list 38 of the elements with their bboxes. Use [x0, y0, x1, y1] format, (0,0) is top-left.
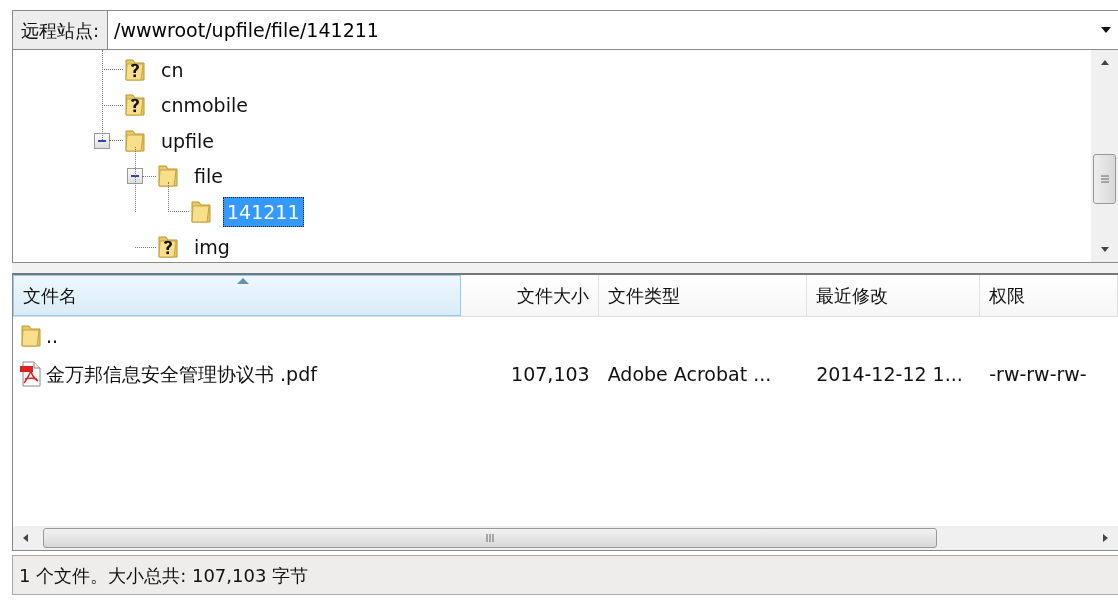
- folder-icon: [19, 323, 43, 349]
- unknown-folder-icon: [156, 234, 180, 261]
- column-header[interactable]: 文件名: [13, 275, 461, 316]
- file-name[interactable]: ..: [46, 321, 59, 351]
- scroll-left-icon[interactable]: [21, 533, 31, 543]
- tree-item[interactable]: img: [190, 232, 234, 262]
- unknown-folder-icon: [123, 56, 147, 83]
- collapse-toggle[interactable]: [94, 132, 110, 149]
- pdf-file-icon: [19, 361, 43, 387]
- column-header[interactable]: 文件大小: [460, 275, 599, 316]
- scroll-up-icon[interactable]: [1099, 58, 1110, 68]
- table-cell: Adobe Acrobat ...: [607, 362, 772, 385]
- scroll-down-icon[interactable]: [1099, 244, 1110, 254]
- site-label: 远程站点:: [13, 11, 109, 49]
- tree-item[interactable]: file: [190, 161, 227, 192]
- grip-icon: [485, 533, 495, 543]
- tree-item[interactable]: cn: [157, 54, 188, 85]
- column-header[interactable]: 文件类型: [598, 275, 808, 316]
- scroll-right-icon[interactable]: [1100, 533, 1110, 543]
- dropdown-arrow-icon: [1100, 26, 1112, 34]
- column-header[interactable]: 权限: [980, 275, 1118, 316]
- unknown-folder-icon: [123, 92, 147, 119]
- status-text: 1 个文件。大小总共: 107,103 字节: [12, 555, 1118, 595]
- collapse-toggle[interactable]: [127, 168, 143, 185]
- table-cell: -rw-rw-rw-: [989, 362, 1087, 385]
- sort-ascending-icon: [236, 278, 249, 284]
- folder-icon: [123, 127, 147, 154]
- folder-icon: [156, 163, 180, 190]
- tree-item[interactable]: upfile: [157, 125, 219, 156]
- table-cell: 2014-12-12 1...: [816, 362, 963, 385]
- folder-icon: [189, 198, 213, 225]
- column-header[interactable]: 最近修改: [807, 275, 981, 316]
- grip-icon: [1099, 174, 1110, 184]
- file-name[interactable]: 金万邦信息安全管理协议书 .pdf: [46, 359, 317, 389]
- table-cell: 107,103: [511, 362, 590, 385]
- scrollbar-thumb[interactable]: [43, 528, 937, 548]
- scrollbar-thumb[interactable]: [1093, 154, 1116, 204]
- tree-item[interactable]: cnmobile: [157, 90, 252, 121]
